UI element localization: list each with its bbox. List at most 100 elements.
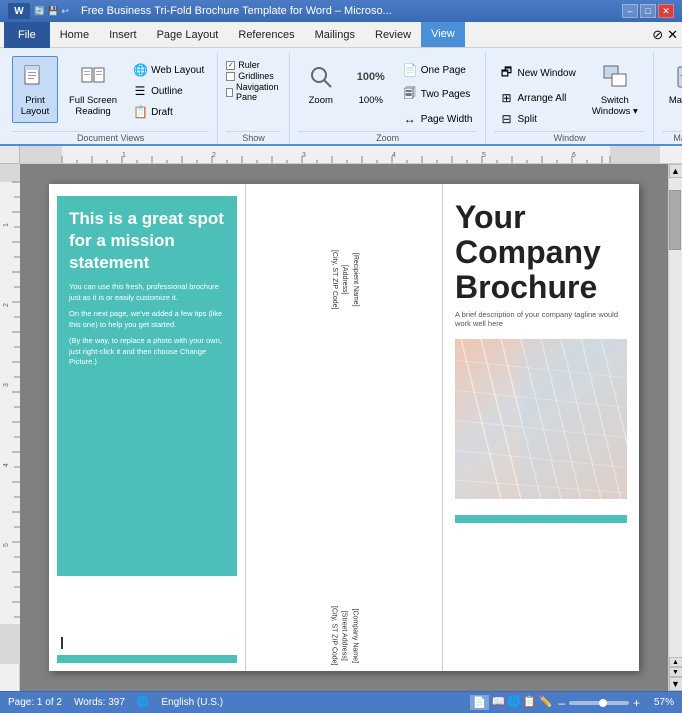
zoom-button[interactable]: Zoom xyxy=(298,56,344,111)
document-page: This is a great spot for a mission state… xyxy=(49,184,639,671)
window-label: Window xyxy=(494,131,644,144)
company-name-text: YourCompanyBrochure xyxy=(455,200,627,306)
two-pages-icon: 🗐 xyxy=(403,84,417,105)
two-pages-button[interactable]: 🗐 Two Pages xyxy=(398,81,478,108)
zoom-small-buttons: 📄 One Page 🗐 Two Pages ↔ Page Width xyxy=(398,56,478,129)
navigation-checkbox[interactable] xyxy=(226,88,233,97)
right-panel-content: YourCompanyBrochure A brief description … xyxy=(443,184,639,507)
menu-item-file[interactable]: File xyxy=(4,22,50,48)
print-layout-label: PrintLayout xyxy=(21,95,50,118)
ruler-checkbox[interactable] xyxy=(226,61,235,70)
one-page-button[interactable]: 📄 One Page xyxy=(398,60,478,80)
menu-item-mailings[interactable]: Mailings xyxy=(305,22,365,47)
zoom-icon xyxy=(305,61,337,93)
company-address: [Company Name][Street Address][City, ST … xyxy=(328,605,360,665)
minimize-button[interactable]: – xyxy=(622,4,638,18)
svg-text:4: 4 xyxy=(3,463,10,467)
scroll-up-arrow[interactable]: ▲ xyxy=(669,164,682,178)
zoom-label: Zoom xyxy=(298,131,478,144)
outline-icon: ☰ xyxy=(133,84,147,98)
navigation-label: Navigation Pane xyxy=(236,82,281,102)
print-layout-icon xyxy=(19,61,51,93)
svg-text:6: 6 xyxy=(572,152,576,159)
menu-item-review[interactable]: Review xyxy=(365,22,421,47)
menu-bar: File Home Insert Page Layout References … xyxy=(0,22,682,48)
draft-label: Draft xyxy=(151,107,173,118)
document-views-label: Document Views xyxy=(12,131,209,144)
menu-item-references[interactable]: References xyxy=(228,22,304,47)
split-button[interactable]: ⊟ Split xyxy=(494,109,580,129)
gridlines-checkbox[interactable] xyxy=(226,72,235,81)
title-text: Free Business Tri-Fold Brochure Template… xyxy=(81,5,392,17)
help-icon[interactable]: ⊘ xyxy=(652,27,663,43)
web-layout-label: Web Layout xyxy=(151,65,204,76)
scroll-thumb[interactable] xyxy=(669,190,681,250)
draft-button[interactable]: 📋 Draft xyxy=(128,102,209,122)
split-label: Split xyxy=(517,114,536,125)
scroll-small-down[interactable]: ▼ xyxy=(669,667,682,677)
menu-item-page-layout[interactable]: Page Layout xyxy=(147,22,229,47)
title-controls[interactable]: – □ ✕ xyxy=(622,4,674,18)
text-cursor xyxy=(61,637,63,649)
recipient-address: [Recipient Name][Address][City, ST ZIP C… xyxy=(328,250,360,310)
body-text-1: You can use this fresh, professional bro… xyxy=(69,282,225,303)
ribbon-group-document-views: PrintLayout Full ScreenRe xyxy=(4,52,218,144)
right-panel-bar xyxy=(455,515,627,523)
switch-windows-label: SwitchWindows ▾ xyxy=(592,95,638,118)
two-pages-label: Two Pages xyxy=(421,89,470,100)
svg-text:2: 2 xyxy=(212,152,216,159)
close-icon[interactable]: ✕ xyxy=(667,27,678,43)
macros-button[interactable]: fx Macros ▾ xyxy=(662,56,682,111)
mission-block: This is a great spot for a mission state… xyxy=(57,196,237,576)
close-button[interactable]: ✕ xyxy=(658,4,674,18)
gridlines-checkbox-row[interactable]: Gridlines xyxy=(226,71,281,81)
svg-text:3: 3 xyxy=(302,152,306,159)
full-screen-label: Full ScreenReading xyxy=(69,95,117,118)
word-logo: W xyxy=(8,3,30,19)
one-page-icon: 📄 xyxy=(403,63,417,77)
document-scroll[interactable]: This is a great spot for a mission state… xyxy=(20,164,668,691)
brochure-photo xyxy=(455,339,627,499)
arrange-all-button[interactable]: ⊞ Arrange All xyxy=(494,88,580,108)
zoom-100-label: 100% xyxy=(359,95,383,106)
maximize-button[interactable]: □ xyxy=(640,4,656,18)
print-layout-button[interactable]: PrintLayout xyxy=(12,56,58,123)
company-tagline: A brief description of your company tagl… xyxy=(455,310,627,330)
navigation-checkbox-row[interactable]: Navigation Pane xyxy=(226,82,281,102)
page-width-icon: ↔ xyxy=(403,112,417,126)
web-layout-icon: 🌐 xyxy=(133,63,147,77)
zoom-100-button[interactable]: 100% 100% xyxy=(348,56,394,111)
macros-icon: fx xyxy=(672,61,682,93)
page-width-button[interactable]: ↔ Page Width xyxy=(398,109,478,129)
ribbon-group-window: 🗗 New Window ⊞ Arrange All ⊟ Split xyxy=(486,52,653,144)
document-area: 1 2 3 4 5 This is a great spot for a mis… xyxy=(0,164,682,691)
ribbon: PrintLayout Full ScreenRe xyxy=(0,48,682,146)
new-window-button[interactable]: 🗗 New Window xyxy=(494,60,580,87)
body-text-2: On the next page, we've added a few tips… xyxy=(69,309,225,330)
svg-text:1: 1 xyxy=(122,152,126,159)
menu-bar-right: ⊘ ✕ xyxy=(652,22,678,47)
view-small-buttons: 🌐 Web Layout ☰ Outline 📋 Draft xyxy=(128,56,209,122)
ruler-row: 1 2 3 4 5 6 xyxy=(0,146,682,164)
scroll-small-up[interactable]: ▲ xyxy=(669,657,682,667)
one-page-label: One Page xyxy=(421,65,466,76)
full-screen-reading-button[interactable]: Full ScreenReading xyxy=(62,56,124,123)
vertical-scrollbar[interactable]: ▲ ▲ ▼ ▼ xyxy=(668,164,682,691)
ruler-checkbox-row[interactable]: Ruler xyxy=(226,60,281,70)
switch-windows-button[interactable]: SwitchWindows ▾ xyxy=(585,56,645,123)
menu-item-insert[interactable]: Insert xyxy=(99,22,147,47)
body-text-3: (By the way, to replace a photo with you… xyxy=(69,336,225,368)
menu-item-home[interactable]: Home xyxy=(50,22,99,47)
title-bar: W 🔄 💾 ↩ Free Business Tri-Fold Brochure … xyxy=(0,0,682,22)
ruler-label: Ruler xyxy=(238,60,260,70)
full-screen-icon xyxy=(77,61,109,93)
brochure-right-panel: YourCompanyBrochure A brief description … xyxy=(443,184,639,671)
arrange-all-icon: ⊞ xyxy=(499,91,513,105)
zoom-100-icon: 100% xyxy=(355,61,387,93)
scroll-down-arrow[interactable]: ▼ xyxy=(669,677,682,691)
web-layout-button[interactable]: 🌐 Web Layout xyxy=(128,60,209,80)
ruler-corner xyxy=(0,146,20,164)
outline-button[interactable]: ☰ Outline xyxy=(128,81,209,101)
menu-item-view[interactable]: View xyxy=(421,22,465,47)
page-width-label: Page Width xyxy=(421,114,473,125)
